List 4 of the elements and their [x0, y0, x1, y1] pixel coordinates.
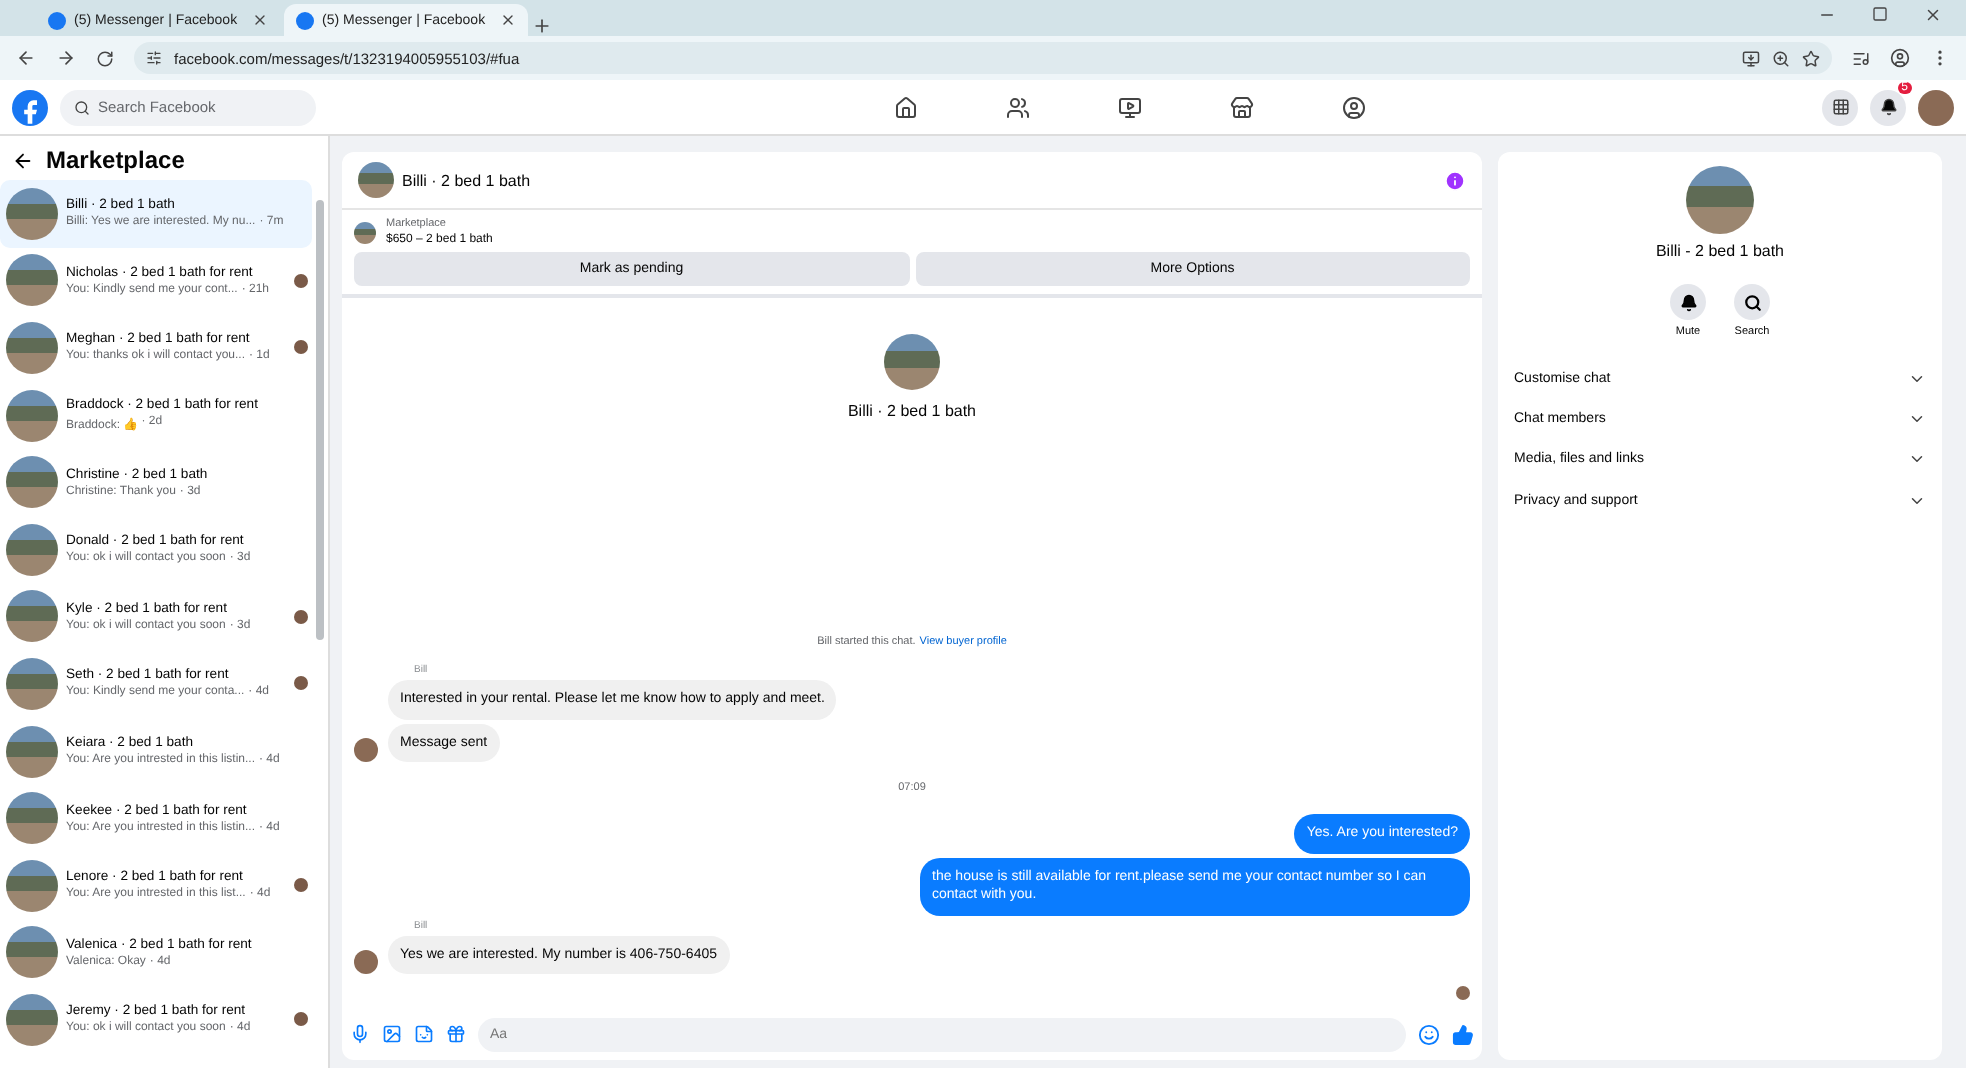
contact-name: Billi - 2 bed 1 bath	[1655, 242, 1785, 260]
sidebar-title: Marketplace	[46, 146, 185, 174]
intro-name: Billi · 2 bed 1 bath	[847, 402, 977, 420]
chat-title: Billi · 2 bed 1 bath	[402, 171, 533, 189]
